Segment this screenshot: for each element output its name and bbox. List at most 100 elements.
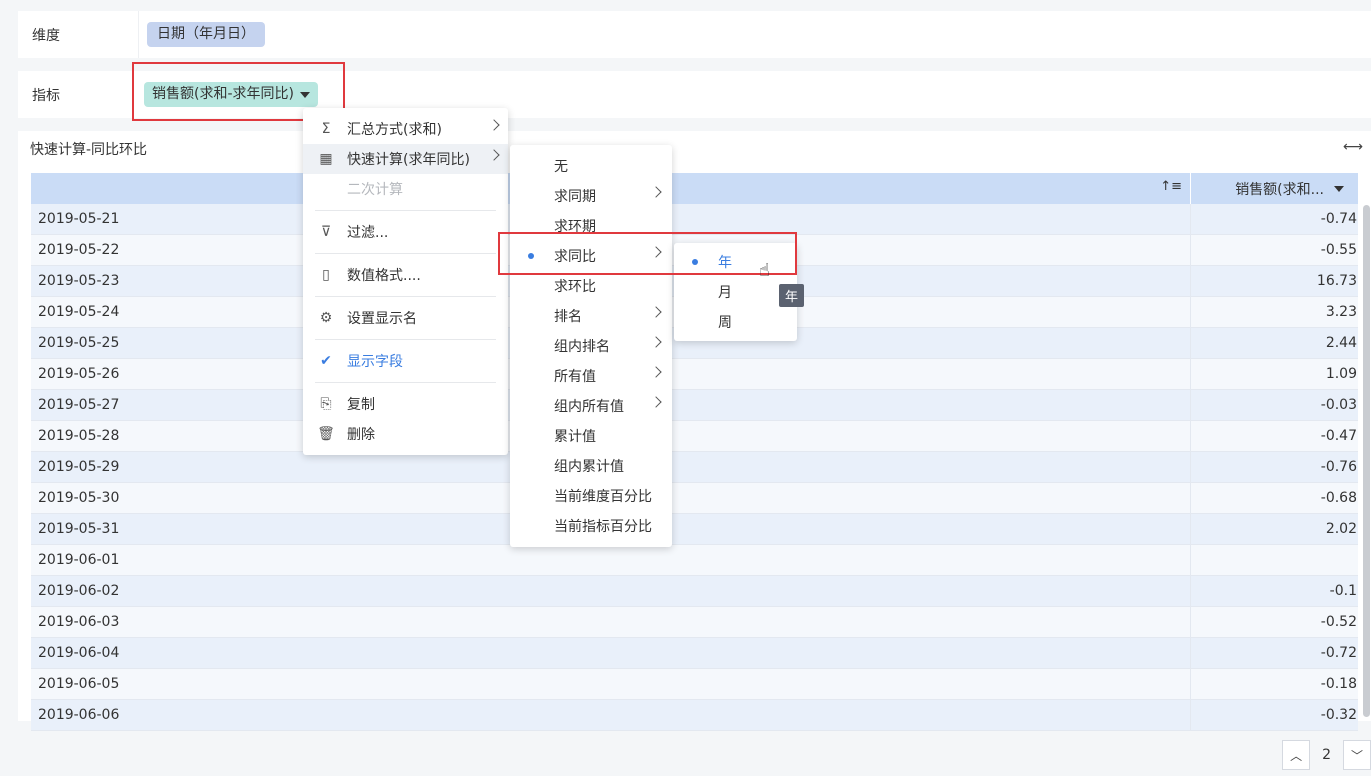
- copy-icon: ⎘: [320, 396, 332, 412]
- submenu-item-cumulative[interactable]: 累计值: [510, 421, 672, 451]
- trash-icon: 🗑: [317, 426, 335, 442]
- menu-separator: [315, 210, 496, 211]
- page-up-button[interactable]: ︿: [1282, 740, 1311, 770]
- value-cell: 2.44: [1325, 335, 1357, 351]
- menu-item-label: 复制: [347, 397, 375, 413]
- value-cell: -0.52: [1320, 614, 1357, 630]
- submenu-item-yoy[interactable]: 求同比: [510, 241, 672, 271]
- dimension-row: 维度 日期（年月日）: [18, 11, 1371, 58]
- value-cell: 16.73: [1316, 273, 1357, 289]
- menu-item-quick-calc[interactable]: ▦ 快速计算(求年同比): [303, 144, 508, 174]
- date-cell: 2019-06-06: [31, 700, 1191, 730]
- chevron-right-icon: [650, 366, 662, 378]
- submenu-item-measure-percent[interactable]: 当前指标百分比: [510, 511, 672, 541]
- measure-row: 指标 销售额(求和-求年同比): [18, 71, 1371, 118]
- value-cell: -0.03: [1320, 397, 1357, 413]
- menu-separator: [315, 382, 496, 383]
- submenu-item-same-period[interactable]: 求同期: [510, 181, 672, 211]
- caret-down-icon[interactable]: [1334, 185, 1344, 192]
- date-cell: 2019-06-04: [31, 638, 1191, 668]
- tooltip: 年: [779, 284, 805, 307]
- chevron-right-icon: [650, 396, 662, 408]
- value-cell: -0.72: [1320, 645, 1357, 661]
- fit-width-icon[interactable]: ⟷: [1343, 139, 1363, 155]
- submenu-item-all-values[interactable]: 所有值: [510, 361, 672, 391]
- submenu-item-year[interactable]: 年: [674, 247, 797, 277]
- table-row: 2019-06-06 -0.32: [31, 700, 1358, 731]
- table-row: 2019-05-31 2.02: [31, 514, 1358, 545]
- menu-item-label: 汇总方式(求和): [347, 122, 442, 138]
- submenu-item-label: 当前指标百分比: [554, 519, 652, 535]
- context-menu: Σ 汇总方式(求和) ▦ 快速计算(求年同比) 二次计算 ⊽ 过滤... ▯ 数…: [303, 108, 508, 455]
- submenu-item-label: 当前维度百分比: [554, 489, 652, 505]
- page-down-button[interactable]: ﹀: [1343, 740, 1371, 770]
- submenu-item-label: 周: [718, 315, 732, 331]
- quick-calc-icon: ▦: [319, 151, 333, 167]
- selected-dot-icon: [692, 259, 698, 265]
- value-cell: -0.68: [1320, 490, 1357, 506]
- sort-icon[interactable]: ↑≡: [1160, 179, 1182, 194]
- value-cell: 2.02: [1325, 521, 1357, 537]
- dimension-pill[interactable]: 日期（年月日）: [147, 22, 265, 47]
- submenu-item-label: 所有值: [554, 369, 596, 385]
- submenu-item-group-cumulative[interactable]: 组内累计值: [510, 451, 672, 481]
- menu-item-label: 快速计算(求年同比): [347, 152, 470, 168]
- submenu-item-week[interactable]: 周: [674, 307, 797, 337]
- menu-item-label: 显示字段: [347, 354, 403, 370]
- submenu-item-dim-percent[interactable]: 当前维度百分比: [510, 481, 672, 511]
- submenu-item-label: 累计值: [554, 429, 596, 445]
- table-row: 2019-05-26 1.09: [31, 359, 1358, 390]
- table-panel: 快速计算-同比环比 ⟷ ↑≡ 销售额(求和... 2019-05-21 -0.74…: [18, 131, 1371, 731]
- row-divider: [138, 11, 139, 58]
- menu-item-label: 删除: [347, 427, 375, 443]
- caret-down-icon[interactable]: [299, 91, 310, 98]
- table-title: 快速计算-同比环比: [30, 142, 148, 158]
- value-header-label: 销售额(求和...: [1235, 181, 1324, 198]
- table-header: ↑≡ 销售额(求和...: [31, 173, 1358, 204]
- value-cell: -0.32: [1320, 707, 1357, 723]
- table-row: 2019-06-01: [31, 545, 1358, 576]
- menu-item-aggregation[interactable]: Σ 汇总方式(求和): [303, 114, 508, 144]
- value-cell: -0.55: [1320, 242, 1357, 258]
- menu-item-secondary-calc: 二次计算: [303, 174, 508, 204]
- measure-pill[interactable]: 销售额(求和-求年同比): [144, 82, 318, 107]
- chevron-right-icon: [650, 186, 662, 198]
- submenu-item-group-rank[interactable]: 组内排名: [510, 331, 672, 361]
- menu-item-copy[interactable]: ⎘ 复制: [303, 389, 508, 419]
- submenu-item-label: 无: [554, 159, 568, 175]
- gear-icon: ⚙: [319, 310, 333, 326]
- sigma-icon: Σ: [321, 121, 331, 137]
- value-cell: -0.76: [1320, 459, 1357, 475]
- table-row: 2019-06-02 -0.1: [31, 576, 1358, 607]
- table-row: 2019-06-03 -0.52: [31, 607, 1358, 638]
- table-row: 2019-05-28 -0.47: [31, 421, 1358, 452]
- submenu-item-label: 年: [718, 255, 732, 271]
- submenu-item-mom[interactable]: 求环比: [510, 271, 672, 301]
- submenu-item-prev-period[interactable]: 求环期: [510, 211, 672, 241]
- value-cell: 3.23: [1325, 304, 1357, 320]
- menu-item-label: 二次计算: [347, 182, 403, 198]
- table-row: 2019-05-21 -0.74: [31, 204, 1358, 235]
- table-row: 2019-05-30 -0.68: [31, 483, 1358, 514]
- chevron-right-icon: [650, 246, 662, 258]
- value-cell: 1.09: [1325, 366, 1357, 382]
- value-cell: -0.1: [1329, 583, 1357, 599]
- table-row: 2019-05-27 -0.03: [31, 390, 1358, 421]
- submenu-item-label: 求同比: [554, 249, 596, 265]
- submenu-item-rank[interactable]: 排名: [510, 301, 672, 331]
- menu-item-filter[interactable]: ⊽ 过滤...: [303, 217, 508, 247]
- menu-item-delete[interactable]: 🗑 删除: [303, 419, 508, 449]
- submenu-item-label: 求环期: [554, 219, 596, 235]
- menu-item-number-format[interactable]: ▯ 数值格式....: [303, 260, 508, 290]
- scrollbar[interactable]: [1363, 205, 1370, 717]
- measure-pill-label: 销售额(求和-求年同比): [152, 86, 294, 102]
- header-value-cell[interactable]: 销售额(求和...: [1191, 173, 1358, 204]
- menu-separator: [315, 339, 496, 340]
- submenu-item-group-all-values[interactable]: 组内所有值: [510, 391, 672, 421]
- menu-separator: [315, 296, 496, 297]
- number-format-icon: ▯: [322, 267, 330, 283]
- date-cell: 2019-06-03: [31, 607, 1191, 637]
- menu-item-display-name[interactable]: ⚙ 设置显示名: [303, 303, 508, 333]
- submenu-item-none[interactable]: 无: [510, 151, 672, 181]
- menu-item-show-field[interactable]: ✔ 显示字段: [303, 346, 508, 376]
